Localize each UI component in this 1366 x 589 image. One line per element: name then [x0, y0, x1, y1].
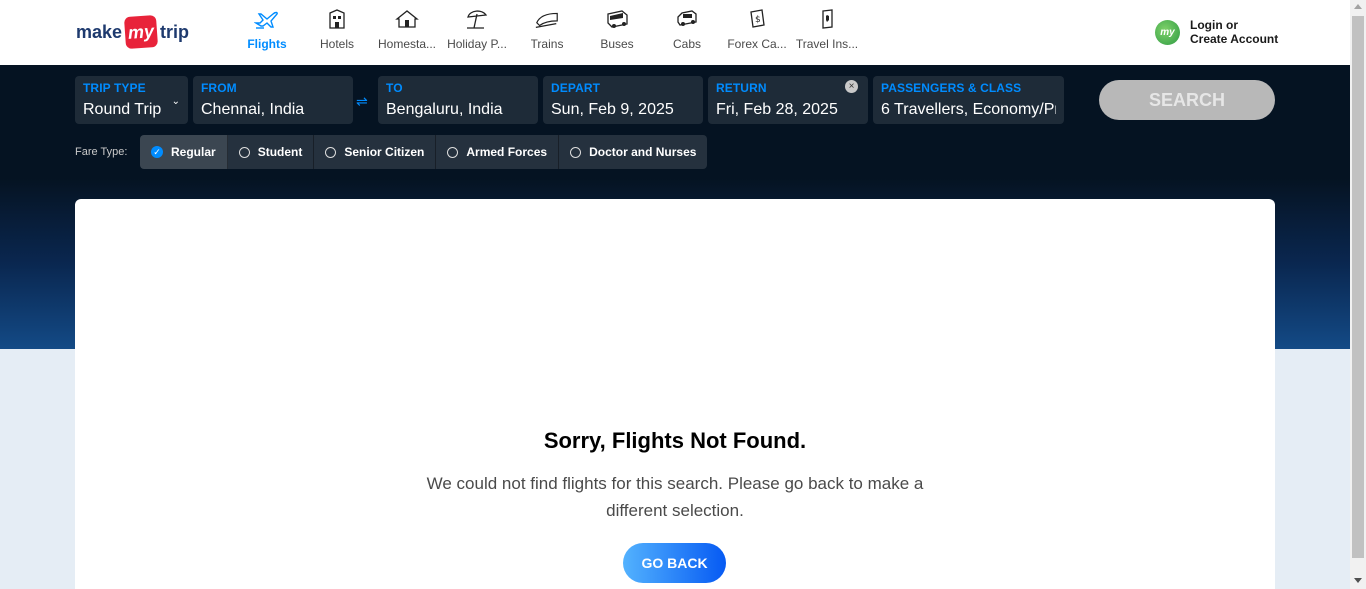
trip-type-label: TRIP TYPE — [83, 81, 146, 95]
scroll-up-arrow-icon[interactable] — [1354, 4, 1362, 9]
train-icon — [534, 6, 560, 32]
fare-option-doctor-nurses[interactable]: Doctor and Nurses — [559, 135, 707, 169]
clear-return-icon[interactable]: × — [845, 80, 858, 93]
depart-date-field[interactable]: DEPART Sun, Feb 9, 2025 — [543, 76, 703, 124]
fare-option-label: Student — [257, 145, 303, 159]
return-label: RETURN — [716, 81, 767, 95]
nav-item-cabs[interactable]: Cabs — [652, 6, 722, 56]
scroll-down-arrow-icon[interactable] — [1354, 578, 1362, 583]
go-back-button[interactable]: GO BACK — [623, 543, 726, 583]
bus-icon — [604, 6, 630, 32]
search-button[interactable]: SEARCH — [1099, 80, 1275, 120]
forex-card-icon: $ — [744, 6, 770, 32]
top-header: make my trip Flights Hotels Homesta... H… — [0, 0, 1350, 65]
to-city-field[interactable]: TO Bengaluru, India — [378, 76, 538, 124]
chevron-down-icon: ⌄ — [171, 96, 180, 107]
logo-text-make: make — [76, 21, 123, 42]
nav-label: Buses — [600, 37, 634, 51]
nav-item-homestays[interactable]: Homesta... — [372, 6, 442, 56]
makemytrip-logo[interactable]: make my trip — [76, 14, 189, 50]
depart-label: DEPART — [551, 81, 601, 95]
user-avatar-icon: my — [1155, 19, 1180, 45]
holiday-package-icon — [464, 6, 490, 32]
radio-icon — [325, 146, 337, 158]
hotel-icon — [324, 6, 350, 32]
login-line-1: Login or — [1190, 18, 1238, 32]
nav-item-holiday-packages[interactable]: Holiday P... — [442, 6, 512, 56]
nav-item-trains[interactable]: Trains — [512, 6, 582, 56]
svg-text:$: $ — [755, 15, 761, 25]
trip-type-value: Round Trip — [83, 101, 162, 118]
fare-option-regular[interactable]: ✓ Regular — [140, 135, 228, 169]
vertical-scrollbar[interactable] — [1350, 0, 1366, 589]
return-date-field[interactable]: RETURN Fri, Feb 28, 2025 × — [708, 76, 868, 124]
fare-type-label: Fare Type: — [75, 146, 128, 158]
nav-label: Homesta... — [377, 37, 437, 51]
from-city-field[interactable]: FROM Chennai, India — [193, 76, 353, 124]
checkmark-icon: ✓ — [151, 146, 163, 158]
flight-icon — [254, 6, 280, 32]
radio-icon — [238, 146, 250, 158]
passengers-label: PASSENGERS & CLASS — [881, 81, 1022, 95]
nav-label: Holiday P... — [447, 37, 507, 51]
fare-option-label: Regular — [171, 145, 216, 159]
nav-item-hotels[interactable]: Hotels — [302, 6, 372, 56]
login-line-2: Create Account — [1190, 32, 1279, 46]
passengers-value: 6 Travellers, Economy/Pr — [881, 101, 1056, 118]
fare-type-selector: ✓ Regular Student Senior Citizen Armed F… — [140, 135, 708, 169]
login-text: Login or Create Account — [1190, 18, 1278, 46]
logo-text-trip: trip — [160, 21, 190, 42]
main-nav: Flights Hotels Homesta... Holiday P... T… — [232, 6, 862, 56]
nav-label: Forex Ca... — [727, 37, 787, 51]
to-label: TO — [386, 81, 403, 95]
radio-icon — [447, 146, 459, 158]
login-button[interactable]: my Login or Create Account — [1155, 18, 1278, 46]
travel-insurance-icon — [814, 6, 840, 32]
not-found-message: We could not find flights for this searc… — [426, 474, 924, 520]
nav-label: Travel Ins... — [795, 37, 859, 51]
nav-label: Trains — [530, 37, 564, 51]
nav-label: Hotels — [319, 37, 354, 51]
passengers-class-field[interactable]: PASSENGERS & CLASS 6 Travellers, Economy… — [873, 76, 1064, 124]
cab-icon — [674, 6, 700, 32]
scrollbar-thumb[interactable] — [1352, 16, 1364, 558]
nav-item-flights[interactable]: Flights — [232, 6, 302, 56]
from-label: FROM — [201, 81, 237, 95]
from-value: Chennai, India — [201, 101, 305, 118]
to-value: Bengaluru, India — [386, 101, 503, 118]
not-found-title: Sorry, Flights Not Found. — [543, 428, 807, 453]
fare-option-senior-citizen[interactable]: Senior Citizen — [314, 135, 437, 169]
fare-option-student[interactable]: Student — [228, 135, 315, 169]
nav-item-travel-insurance[interactable]: Travel Ins... — [792, 6, 862, 56]
trip-type-dropdown[interactable]: TRIP TYPE Round Trip ⌄ — [75, 76, 188, 124]
homestay-icon — [394, 6, 420, 32]
nav-label: Cabs — [672, 37, 701, 51]
nav-item-forex-card[interactable]: $ Forex Ca... — [722, 6, 792, 56]
depart-value: Sun, Feb 9, 2025 — [551, 101, 674, 118]
nav-item-buses[interactable]: Buses — [582, 6, 652, 56]
return-value: Fri, Feb 28, 2025 — [716, 101, 838, 118]
logo-text-my: my — [123, 14, 159, 50]
radio-icon — [570, 146, 582, 158]
results-card: Sorry, Flights Not Found. We could not f… — [75, 199, 1275, 589]
nav-label: Flights — [247, 37, 287, 51]
fare-option-label: Armed Forces — [466, 145, 548, 159]
swap-icon[interactable]: ⇌ — [356, 93, 368, 110]
fare-option-label: Doctor and Nurses — [589, 145, 697, 159]
fare-option-label: Senior Citizen — [344, 145, 425, 159]
fare-option-armed-forces[interactable]: Armed Forces — [436, 135, 560, 169]
